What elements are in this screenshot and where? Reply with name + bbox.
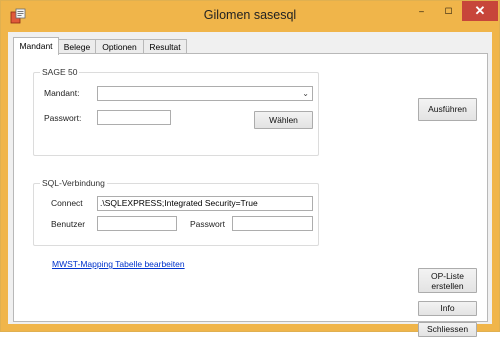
- waehlen-button[interactable]: Wählen: [254, 111, 313, 129]
- mandant-select[interactable]: ⌄: [97, 86, 313, 101]
- passwort-label: Passwort:: [44, 113, 82, 123]
- ausfuehren-button[interactable]: Ausführen: [418, 98, 477, 121]
- sql-group: SQL-Verbindung: [33, 178, 319, 246]
- tab-mandant[interactable]: Mandant: [13, 37, 59, 55]
- mwst-mapping-link[interactable]: MWST-Mapping Tabelle bearbeiten: [52, 259, 185, 269]
- op-liste-line1: OP-Liste: [430, 271, 465, 281]
- sage-legend: SAGE 50: [40, 67, 80, 77]
- schliessen-button[interactable]: Schliessen: [418, 322, 477, 337]
- tab-panel-mandant: SAGE 50 Mandant: ⌄ Passwort: Wählen SQL-…: [13, 53, 488, 337]
- minimize-button[interactable]: –: [408, 1, 435, 21]
- mandant-label: Mandant:: [44, 88, 80, 98]
- sql-password-field[interactable]: [232, 216, 313, 231]
- info-button[interactable]: Info: [418, 301, 477, 316]
- benutzer-field[interactable]: [97, 216, 177, 231]
- tab-belege[interactable]: Belege: [58, 39, 96, 54]
- client-area: Mandant Belege Optionen Resultat SAGE 50…: [8, 32, 492, 337]
- close-button[interactable]: ✕: [462, 1, 498, 21]
- sql-legend: SQL-Verbindung: [40, 178, 107, 188]
- connect-field[interactable]: .\SQLEXPRESS;Integrated Security=True: [97, 196, 313, 211]
- benutzer-label: Benutzer: [51, 219, 86, 229]
- maximize-button[interactable]: ☐: [435, 1, 462, 21]
- sage-password-field[interactable]: [97, 110, 171, 125]
- title-bar[interactable]: Gilomen sasesql – ☐ ✕: [1, 1, 499, 31]
- tab-optionen[interactable]: Optionen: [95, 39, 144, 54]
- connect-label: Connect: [51, 198, 83, 208]
- chevron-down-icon[interactable]: ⌄: [302, 87, 309, 100]
- app-window: Gilomen sasesql – ☐ ✕ Mandant Belege Opt…: [0, 0, 500, 337]
- op-liste-button[interactable]: OP-Liste erstellen: [418, 268, 477, 293]
- tab-resultat[interactable]: Resultat: [143, 39, 187, 54]
- op-liste-line2: erstellen: [431, 281, 464, 291]
- sql-passwort-label: Passwort: [190, 219, 225, 229]
